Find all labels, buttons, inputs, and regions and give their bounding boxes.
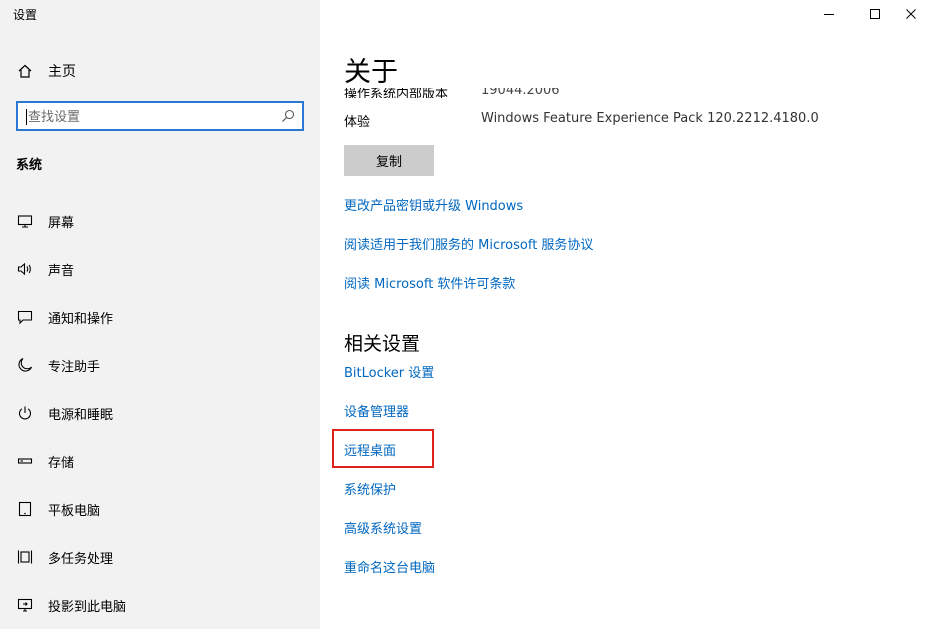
power-icon [16,404,34,422]
sidebar-item-label: 声音 [48,263,75,279]
moon-icon [16,356,34,374]
sidebar-item-tablet[interactable]: 平板电脑 [16,498,100,520]
sidebar-item-multitasking[interactable]: 多任务处理 [16,546,113,568]
experience-value: Windows Feature Experience Pack 120.2212… [481,111,819,126]
sidebar-item-label: 投影到此电脑 [48,599,127,615]
sidebar-item-label: 专注助手 [48,359,101,375]
sidebar-home[interactable]: 主页 [16,60,76,82]
maximize-icon [870,9,880,19]
search-box[interactable] [16,101,304,131]
speaker-icon [16,260,34,278]
os-build-value: 19044.2006 [481,88,560,98]
search-icon[interactable] [280,108,296,124]
license-terms-link[interactable]: 阅读 Microsoft 软件许可条款 [344,273,515,292]
sidebar-item-sound[interactable]: 声音 [16,258,74,280]
minimize-button[interactable] [806,0,852,28]
advanced-system-settings-link[interactable]: 高级系统设置 [344,518,422,537]
search-input[interactable] [26,107,270,127]
page-title: 关于 [344,57,398,88]
multitasking-icon [16,548,34,566]
sidebar-item-label: 通知和操作 [48,311,114,327]
home-icon [16,62,34,80]
os-build-row: 操作系统内部版本 19044.2006 [344,88,904,98]
sidebar-item-storage[interactable]: 存储 [16,450,74,472]
sidebar-item-label: 屏幕 [48,215,75,231]
sidebar: 设置 主页 系统 屏幕 声音 通知和操作 专注助手 [0,0,320,629]
sidebar-item-label: 平板电脑 [48,503,101,519]
sidebar-home-label: 主页 [48,64,76,80]
sidebar-item-focus-assist[interactable]: 专注助手 [16,354,100,376]
storage-icon [16,452,34,470]
sidebar-item-projection[interactable]: 投影到此电脑 [16,594,126,616]
projection-icon [16,596,34,614]
change-product-key-link[interactable]: 更改产品密钥或升级 Windows [344,195,523,214]
bitlocker-settings-link[interactable]: BitLocker 设置 [344,362,434,381]
services-agreement-link[interactable]: 阅读适用于我们服务的 Microsoft 服务协议 [344,234,593,253]
highlight-annotation-box [332,429,434,468]
sidebar-item-power[interactable]: 电源和睡眠 [16,402,113,424]
experience-row: 体验 Windows Feature Experience Pack 120.2… [344,111,904,131]
experience-label: 体验 [344,115,371,130]
system-protection-link[interactable]: 系统保护 [344,479,396,498]
rename-pc-link[interactable]: 重命名这台电脑 [344,557,435,576]
sidebar-item-label: 存储 [48,455,75,471]
text-caret [26,109,27,125]
window-title: 设置 [13,8,38,22]
sidebar-item-label: 电源和睡眠 [48,407,114,423]
tablet-icon [16,500,34,518]
device-manager-link[interactable]: 设备管理器 [344,401,409,420]
section-title: 系统 [16,158,43,173]
sidebar-item-label: 多任务处理 [48,551,114,567]
notification-icon [16,308,34,326]
os-build-label: 操作系统内部版本 [344,88,449,98]
close-icon [906,9,916,19]
copy-button[interactable]: 复制 [344,145,434,176]
sidebar-item-display[interactable]: 屏幕 [16,210,74,232]
sidebar-item-notifications[interactable]: 通知和操作 [16,306,113,328]
related-settings-title: 相关设置 [344,333,421,355]
close-button[interactable] [888,0,934,28]
monitor-icon [16,212,34,230]
minimize-icon [824,14,834,15]
